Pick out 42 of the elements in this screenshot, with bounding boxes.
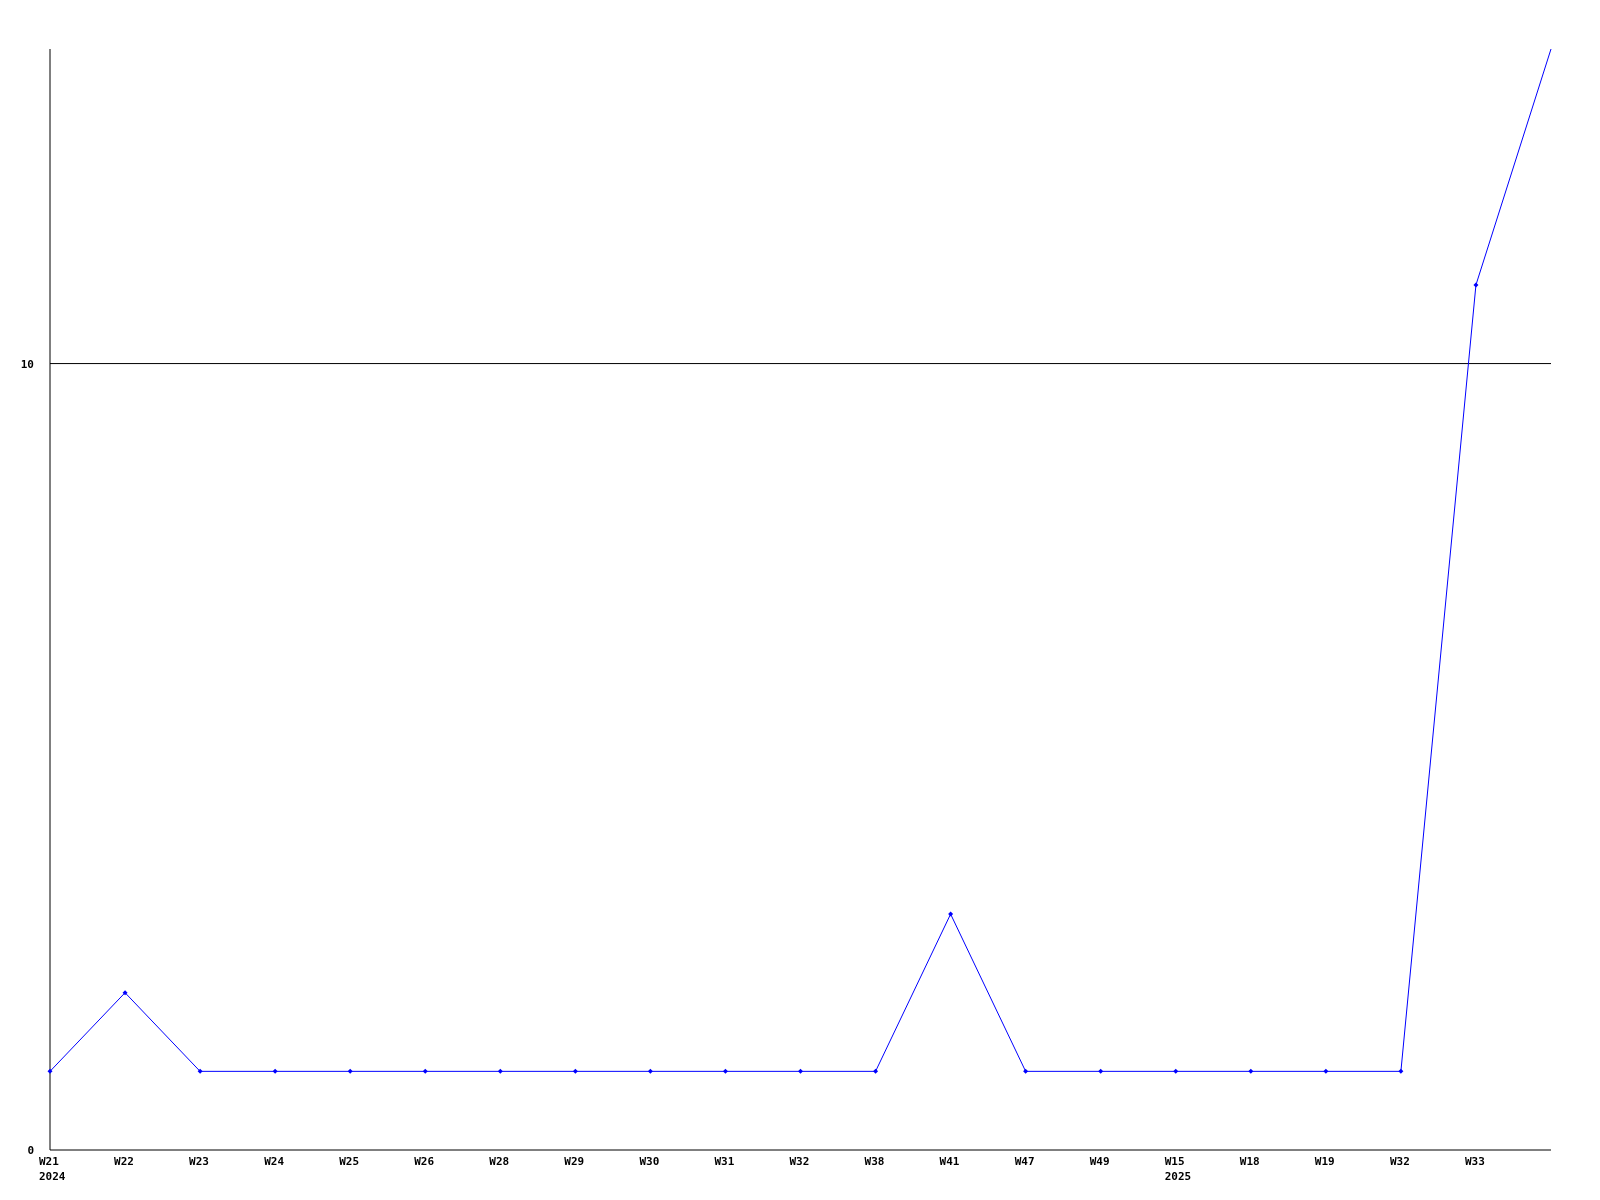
data-point [122,990,128,996]
data-point [1023,1068,1029,1074]
x-tick-label: W26 [414,1155,435,1168]
x-tick-label: W25 [339,1155,360,1168]
x-tick-label: W49 [1089,1155,1110,1168]
x-tick-label: W38 [864,1155,885,1168]
x-tick-label: W19 [1314,1155,1335,1168]
data-point [948,911,954,917]
data-point [722,1068,728,1074]
data-point [798,1068,803,1074]
data-point [272,1068,278,1074]
x-tick-label: W18 [1239,1155,1260,1168]
x-tick-label: W32 [789,1155,810,1168]
x-tick-label: W21 2024 [39,1155,66,1183]
data-point [873,1068,879,1074]
x-tick-label: W23 [189,1155,209,1168]
data-point [497,1068,503,1074]
data-point [1173,1068,1179,1074]
x-tick-label: W22 [114,1155,134,1168]
data-point [422,1068,428,1074]
data-point [1248,1068,1254,1074]
x-tick-label: W32 [1389,1155,1410,1168]
data-point [347,1068,353,1074]
x-tick-label: W30 [639,1155,660,1168]
data-point [647,1068,653,1074]
data-point [1398,1068,1404,1074]
x-tick-label: W31 [714,1155,735,1168]
x-tick-label: W29 [564,1155,585,1168]
data-point [197,1068,203,1074]
x-tick-label: W33 [1464,1155,1485,1168]
x-tick-label: W28 [489,1155,510,1168]
data-point [1098,1068,1104,1074]
data-point [1323,1068,1329,1074]
data-point [572,1068,578,1074]
x-tick-label: W15 2025 [1164,1155,1192,1183]
x-tick-label: W47 [1014,1155,1035,1168]
data-point [1473,282,1479,288]
x-tick-label: W41 [939,1155,960,1168]
y-tick-label: 10 [20,357,34,371]
y-tick-label: 0 [27,1144,34,1157]
data-point [47,1068,53,1074]
x-tick-label: W24 [264,1155,284,1168]
